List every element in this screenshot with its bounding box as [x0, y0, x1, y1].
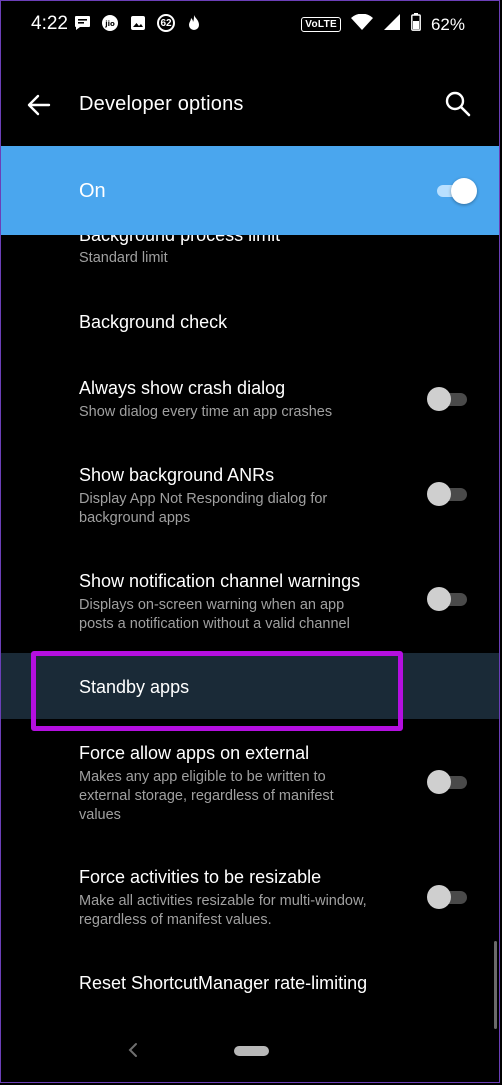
toggle-thumb [427, 387, 451, 411]
signal-icon [383, 13, 401, 36]
setting-title: Always show crash dialog [79, 378, 286, 398]
phone-screen: 4:22 jio 62 VoLTE 62% Developer options … [0, 0, 500, 1083]
setting-title: Force activities to be resizable [79, 867, 322, 887]
nav-back-button[interactable] [127, 1041, 139, 1059]
battery-icon [411, 13, 421, 36]
annotation-highlight-box [31, 651, 403, 731]
page-title: Developer options [79, 93, 244, 115]
setting-background-process-limit[interactable]: Background process limit Standard limit [1, 235, 499, 285]
search-icon [445, 91, 471, 117]
setting-title: Reset ShortcutManager rate-limiting [79, 973, 368, 993]
toggle-thumb [427, 770, 451, 794]
status-bar: 4:22 jio 62 VoLTE 62% [1, 1, 499, 47]
toggle-thumb [427, 482, 451, 506]
wifi-icon [350, 13, 373, 36]
setting-title: Force allow apps on external [79, 743, 310, 763]
aqi-value: 62 [157, 14, 175, 32]
chat-icon [73, 14, 91, 32]
setting-subtitle: Displays on-screen warning when an app p… [79, 597, 350, 632]
arrow-left-icon [27, 94, 51, 116]
back-button[interactable] [25, 91, 53, 119]
scrollbar[interactable] [494, 941, 497, 1029]
status-right: VoLTE 62% [301, 13, 465, 36]
setting-subtitle: Makes any app eligible to be written to … [79, 769, 334, 823]
home-pill-icon[interactable] [234, 1046, 269, 1056]
settings-list[interactable]: Background process limit Standard limit … [1, 235, 499, 1035]
setting-title: Background check [79, 312, 228, 332]
setting-show-background-anrs[interactable]: Show background ANRs Display App Not Res… [1, 451, 499, 551]
setting-subtitle: Show dialog every time an app crashes [79, 404, 333, 420]
master-switch-label: On [79, 180, 106, 202]
setting-always-show-crash-dialog[interactable]: Always show crash dialog Show dialog eve… [1, 357, 499, 441]
setting-background-check[interactable]: Background check [1, 289, 499, 355]
svg-text:jio: jio [104, 20, 115, 28]
crash-dialog-toggle[interactable] [427, 387, 469, 411]
setting-subtitle: Standard limit [79, 250, 168, 266]
toggle-thumb [427, 885, 451, 909]
setting-title: Background process limit [79, 235, 281, 245]
setting-reset-shortcutmanager[interactable]: Reset ShortcutManager rate-limiting [1, 955, 499, 1021]
background-anrs-toggle[interactable] [427, 482, 469, 506]
channel-warnings-toggle[interactable] [427, 587, 469, 611]
setting-subtitle: Make all activities resizable for multi-… [79, 893, 367, 928]
status-time: 4:22 [31, 13, 68, 34]
setting-notification-channel-warnings[interactable]: Show notification channel warnings Displ… [1, 561, 499, 657]
gallery-icon [129, 14, 147, 32]
setting-title: Show background ANRs [79, 465, 275, 485]
chevron-left-icon [128, 1043, 137, 1057]
toggle-thumb [451, 178, 477, 204]
search-button[interactable] [443, 89, 473, 119]
tinder-flame-icon [185, 14, 203, 32]
master-toggle[interactable] [433, 176, 477, 204]
toggle-thumb [427, 587, 451, 611]
jio-icon: jio [101, 14, 119, 32]
battery-percent: 62% [430, 14, 465, 34]
volte-badge: VoLTE [301, 17, 341, 32]
app-bar: Developer options [1, 71, 499, 139]
setting-force-allow-apps-external[interactable]: Force allow apps on external Makes any a… [1, 731, 499, 841]
setting-title: Show notification channel warnings [79, 571, 361, 591]
developer-options-master-switch[interactable]: On [1, 146, 499, 235]
notification-icons: jio 62 [73, 14, 203, 32]
aqi-62-icon: 62 [157, 14, 175, 32]
setting-subtitle: Display App Not Responding dialog for ba… [79, 491, 328, 526]
resizable-activities-toggle[interactable] [427, 885, 469, 909]
setting-force-activities-resizable[interactable]: Force activities to be resizable Make al… [1, 855, 499, 945]
force-external-toggle[interactable] [427, 770, 469, 794]
